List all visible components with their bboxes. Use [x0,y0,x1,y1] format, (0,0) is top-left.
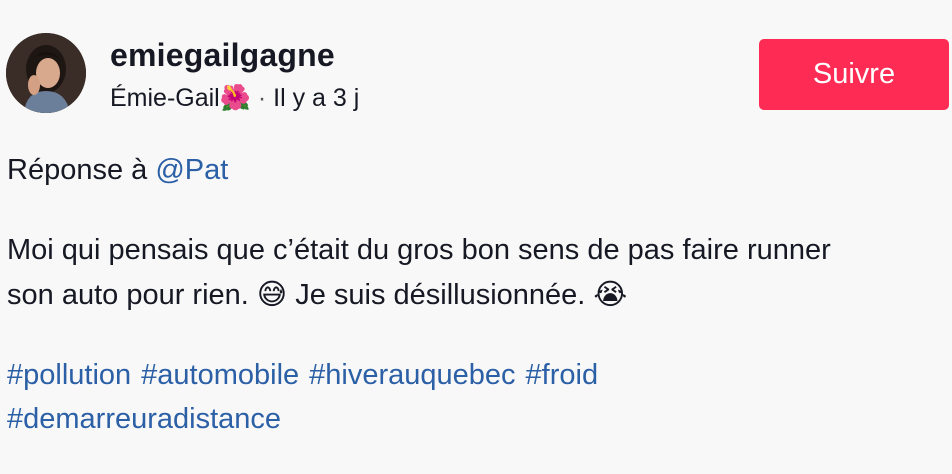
hashtag-demarreuradistance[interactable]: #demarreuradistance [7,403,281,435]
post-text-line1: Moi qui pensais que c’était du gros bon … [7,234,831,266]
follow-button[interactable]: Suivre [759,39,949,110]
hashtag-list: #pollution #automobile #hiverauquebec #froi… [7,353,951,441]
author-display-name: Émie-Gail [110,84,220,112]
reply-mention-link[interactable]: @Pat [155,154,228,186]
hibiscus-icon: 🌺 [219,83,251,112]
comment-body: Réponse à @Pat Moi qui pensais que c’éta… [7,148,951,441]
avatar-photo-icon [6,33,86,113]
hashtag-hiverauquebec[interactable]: #hiverauquebec [309,359,515,391]
hashtag-automobile[interactable]: #automobile [141,359,299,391]
post-text-line2a: son auto pour rien. [7,279,249,311]
grinning-sweat-emoji-icon: 😅 [256,277,288,311]
post-text: Moi qui pensais que c’était du gros bon … [7,228,951,317]
post-text-line2b: Je suis désillusionnée. [295,279,586,311]
separator-dot: · [257,84,267,112]
comment-header: emiegailgagne Émie-Gail🌺 · Il y a 3 j Su… [0,0,952,130]
reply-line: Réponse à @Pat [7,148,951,192]
reply-prefix: Réponse à [7,154,148,186]
author-subline: Émie-Gail🌺 · Il y a 3 j [110,83,359,113]
hashtag-pollution[interactable]: #pollution [7,359,131,391]
hashtag-froid[interactable]: #froid [526,359,599,391]
crying-emoji-icon: 😭 [593,277,628,311]
author-username[interactable]: emiegailgagne [110,37,335,74]
timestamp: Il y a 3 j [273,84,360,112]
avatar[interactable] [6,33,86,113]
